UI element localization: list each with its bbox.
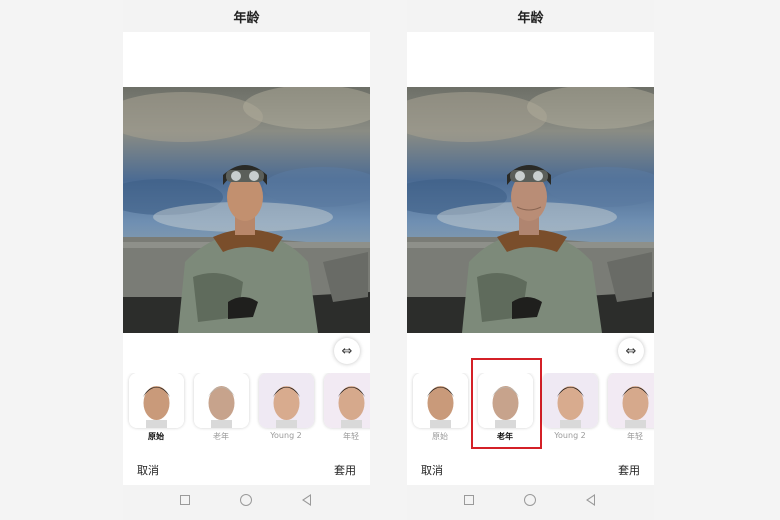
triangle-back-icon[interactable]	[586, 494, 595, 506]
apply-button[interactable]: 套用	[618, 462, 640, 478]
filter-thumb-original[interactable]: 原始	[127, 373, 185, 449]
top-spacer	[123, 32, 370, 87]
system-nav-bar	[407, 485, 654, 520]
square-icon[interactable]	[180, 495, 190, 505]
page-title: 年龄	[123, 0, 370, 32]
cancel-button[interactable]: 取消	[137, 462, 159, 478]
filter-label: 年轻	[627, 432, 643, 441]
face-thumbnail	[194, 373, 249, 428]
filter-thumb-young-2[interactable]: Young 2	[541, 373, 599, 449]
triangle-back-icon[interactable]	[302, 494, 311, 506]
filter-thumb-young[interactable]: 年轻	[322, 373, 370, 449]
face-thumbnail	[608, 373, 654, 428]
edited-photo	[407, 87, 654, 333]
filter-label: 老年	[497, 432, 513, 441]
face-thumbnail	[324, 373, 370, 428]
filter-label: Young 2	[270, 431, 302, 440]
action-bar: 取消 套用	[407, 453, 654, 485]
cancel-button[interactable]: 取消	[421, 462, 443, 478]
filter-panel: ⇔ 原始 老年 Young 2 年轻	[407, 333, 654, 453]
apply-button[interactable]: 套用	[334, 462, 356, 478]
circle-icon[interactable]	[524, 494, 536, 506]
filter-thumb-original[interactable]: 原始	[411, 373, 469, 449]
face-thumbnail	[543, 373, 598, 428]
face-thumbnail	[259, 373, 314, 428]
face-thumbnail	[413, 373, 468, 428]
filter-label: Young 2	[554, 431, 586, 440]
top-spacer	[407, 32, 654, 87]
face-thumbnail	[129, 373, 184, 428]
filter-strip[interactable]: 原始 老年 Young 2 年轻	[123, 373, 370, 449]
system-nav-bar	[123, 485, 370, 520]
phone-screen-original: 年龄 ⇔ 原始 老年 Young 2 年轻 取消 套用	[123, 0, 370, 520]
pilot-photo-illustration	[123, 87, 370, 333]
filter-label: 原始	[148, 432, 164, 441]
filter-thumb-old[interactable]: 老年	[192, 373, 250, 449]
filter-label: 老年	[213, 432, 229, 441]
edited-photo	[123, 87, 370, 333]
filter-label: 年轻	[343, 432, 359, 441]
compare-arrows-icon[interactable]: ⇔	[334, 338, 360, 364]
page-title: 年龄	[407, 0, 654, 32]
filter-thumb-young-2[interactable]: Young 2	[257, 373, 315, 449]
compare-arrows-icon[interactable]: ⇔	[618, 338, 644, 364]
filter-strip[interactable]: 原始 老年 Young 2 年轻	[407, 373, 654, 449]
filter-label: 原始	[432, 432, 448, 441]
circle-icon[interactable]	[240, 494, 252, 506]
face-thumbnail	[478, 373, 533, 428]
action-bar: 取消 套用	[123, 453, 370, 485]
filter-thumb-old[interactable]: 老年	[476, 373, 534, 449]
pilot-photo-illustration	[407, 87, 654, 333]
filter-panel: ⇔ 原始 老年 Young 2 年轻	[123, 333, 370, 453]
phone-screen-old-selected: 年龄 ⇔ 原始 老年 Young 2 年轻 取消 套用	[407, 0, 654, 520]
filter-thumb-young[interactable]: 年轻	[606, 373, 654, 449]
square-icon[interactable]	[464, 495, 474, 505]
